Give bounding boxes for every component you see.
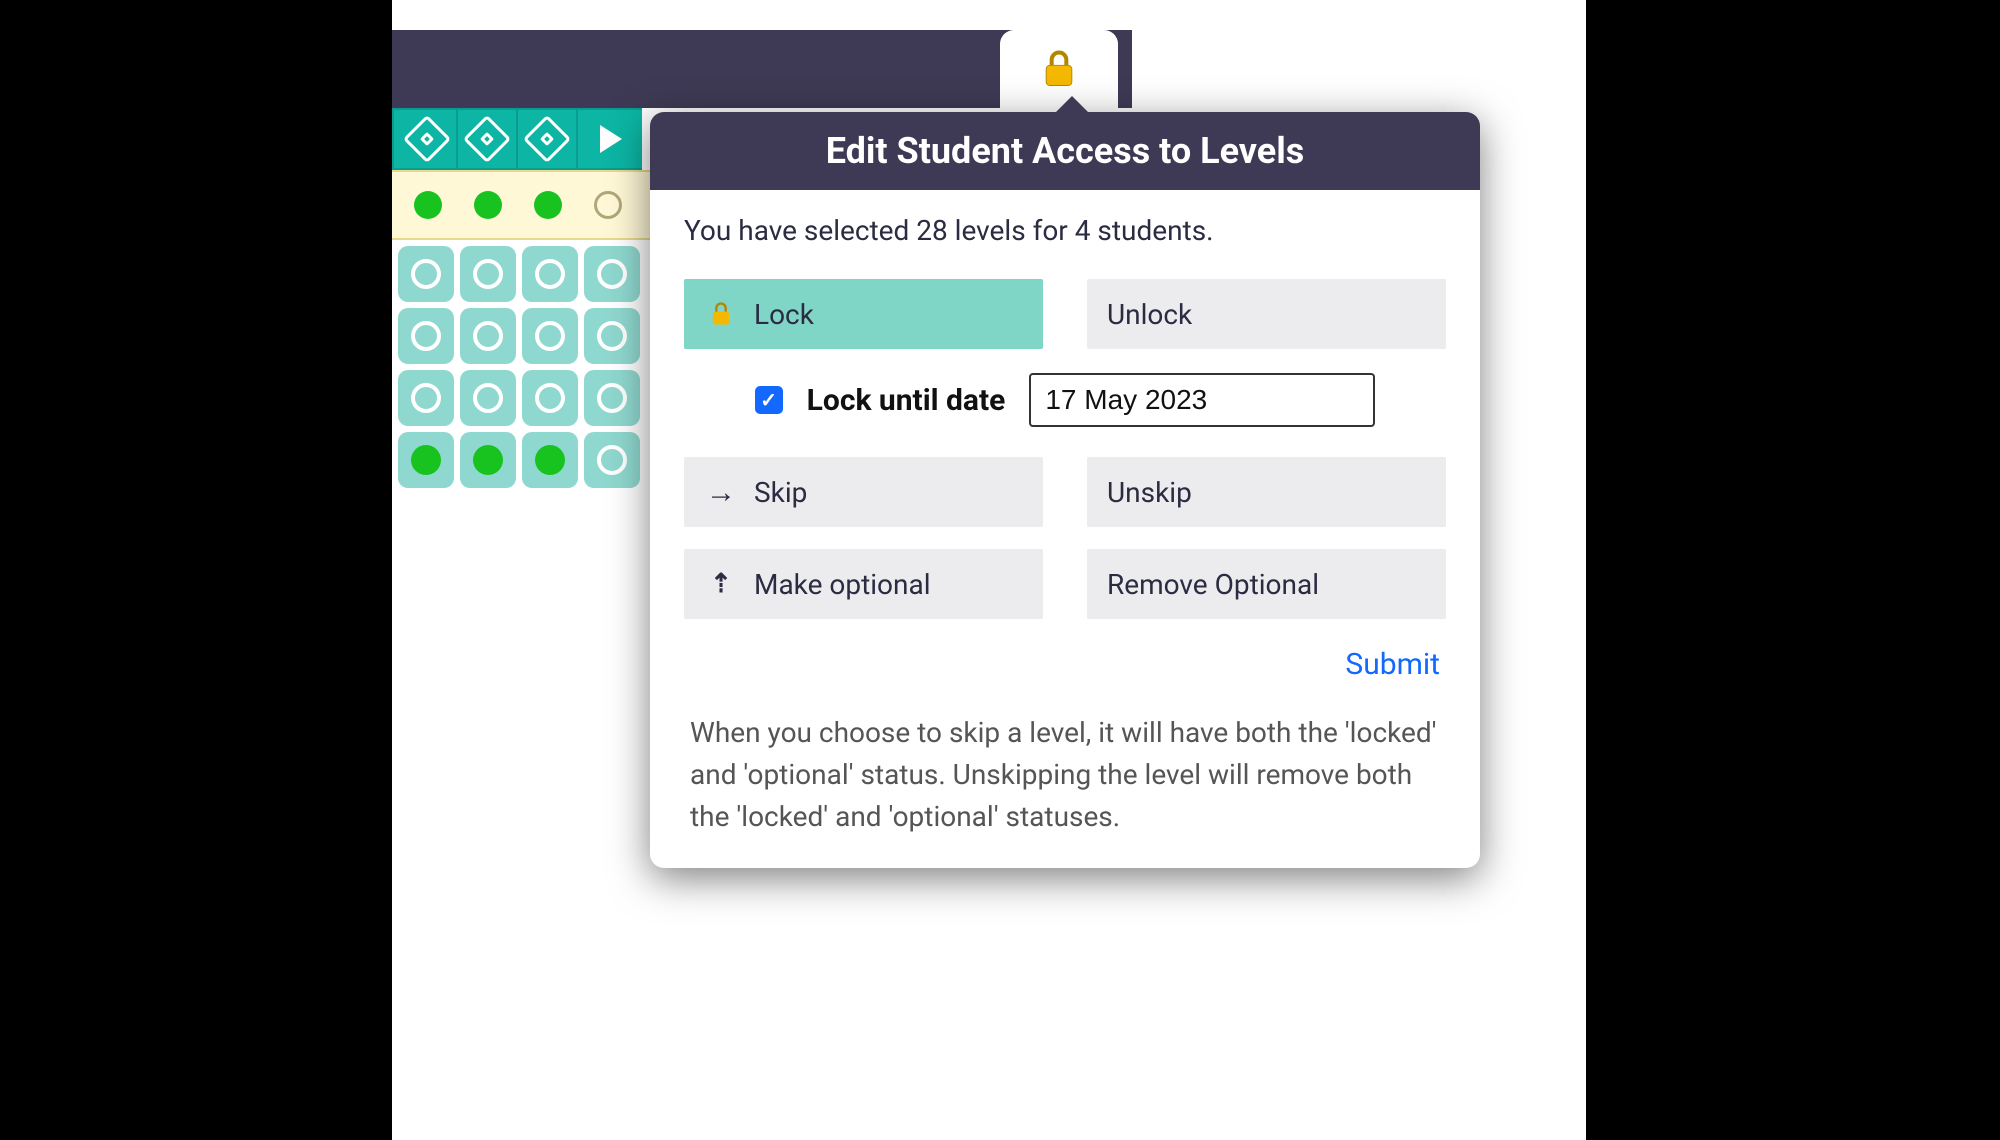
ring-icon: [597, 321, 627, 351]
level-cell[interactable]: [584, 246, 640, 302]
ring-icon: [411, 383, 441, 413]
diamond-icon: [403, 115, 451, 163]
ring-icon: [597, 259, 627, 289]
selected-summary: You have selected 28 levels for 4 studen…: [684, 214, 1446, 247]
ring-icon: [535, 383, 565, 413]
ring-icon: [597, 383, 627, 413]
ring-icon: [473, 383, 503, 413]
popover-title: Edit Student Access to Levels: [650, 112, 1480, 190]
unlock-label: Unlock: [1107, 298, 1192, 331]
ring-icon: [411, 259, 441, 289]
filled-dot-icon: [473, 445, 503, 475]
level-header-cell[interactable]: [578, 110, 638, 168]
student-grid: [392, 240, 646, 494]
level-cell[interactable]: [584, 370, 640, 426]
table-row: [398, 246, 640, 302]
selection-summary-row: [392, 170, 652, 240]
skip-button[interactable]: → Skip: [684, 457, 1043, 527]
table-row: [398, 370, 640, 426]
unlock-button[interactable]: Unlock: [1087, 279, 1446, 349]
level-cell[interactable]: [584, 308, 640, 364]
lock-icon: [1037, 47, 1081, 91]
ring-icon: [597, 445, 627, 475]
lock-until-label: Lock until date: [807, 383, 1006, 418]
ring-icon: [473, 259, 503, 289]
ring-icon: [535, 259, 565, 289]
lock-until-checkbox[interactable]: ✓: [755, 386, 783, 414]
edit-access-popover: Edit Student Access to Levels You have s…: [650, 112, 1480, 868]
unskip-label: Unskip: [1107, 476, 1192, 509]
arrow-right-icon: →: [704, 475, 738, 510]
filled-dot-icon: [411, 445, 441, 475]
lock-label: Lock: [754, 298, 814, 331]
diamond-icon: [463, 115, 511, 163]
selection-dot[interactable]: [534, 191, 562, 219]
table-row: [398, 432, 640, 488]
diamond-icon: [523, 115, 571, 163]
level-cell[interactable]: [460, 246, 516, 302]
level-cell[interactable]: [398, 432, 454, 488]
level-header-cell[interactable]: [458, 110, 518, 168]
lock-button[interactable]: Lock: [684, 279, 1043, 349]
table-row: [398, 308, 640, 364]
level-cell[interactable]: [460, 308, 516, 364]
selection-dot[interactable]: [474, 191, 502, 219]
selection-dot[interactable]: [594, 191, 622, 219]
level-cell[interactable]: [460, 432, 516, 488]
selection-dot[interactable]: [414, 191, 442, 219]
level-header-cell[interactable]: [518, 110, 578, 168]
level-header-cell[interactable]: [398, 110, 458, 168]
level-cell[interactable]: [522, 308, 578, 364]
level-cell[interactable]: [584, 432, 640, 488]
branch-arrow-icon: ⇡: [704, 569, 738, 599]
ring-icon: [535, 321, 565, 351]
help-text: When you choose to skip a level, it will…: [650, 682, 1480, 838]
level-cell[interactable]: [460, 370, 516, 426]
level-cell[interactable]: [398, 370, 454, 426]
level-header-row: [392, 108, 642, 170]
make-optional-label: Make optional: [754, 568, 931, 601]
lock-until-row: ✓ Lock until date: [684, 373, 1446, 427]
remove-optional-label: Remove Optional: [1107, 568, 1319, 601]
level-cell[interactable]: [398, 246, 454, 302]
check-icon: ✓: [760, 388, 777, 412]
submit-button[interactable]: Submit: [1345, 647, 1440, 682]
lock-until-date-input[interactable]: [1029, 373, 1375, 427]
make-optional-button[interactable]: ⇡ Make optional: [684, 549, 1043, 619]
skip-label: Skip: [754, 476, 807, 509]
ring-icon: [473, 321, 503, 351]
remove-optional-button[interactable]: Remove Optional: [1087, 549, 1446, 619]
level-cell[interactable]: [522, 432, 578, 488]
ring-icon: [411, 321, 441, 351]
play-icon: [590, 121, 626, 157]
filled-dot-icon: [535, 445, 565, 475]
level-cell[interactable]: [522, 246, 578, 302]
lock-icon: [704, 300, 738, 328]
level-cell[interactable]: [398, 308, 454, 364]
unskip-button[interactable]: Unskip: [1087, 457, 1446, 527]
level-cell[interactable]: [522, 370, 578, 426]
